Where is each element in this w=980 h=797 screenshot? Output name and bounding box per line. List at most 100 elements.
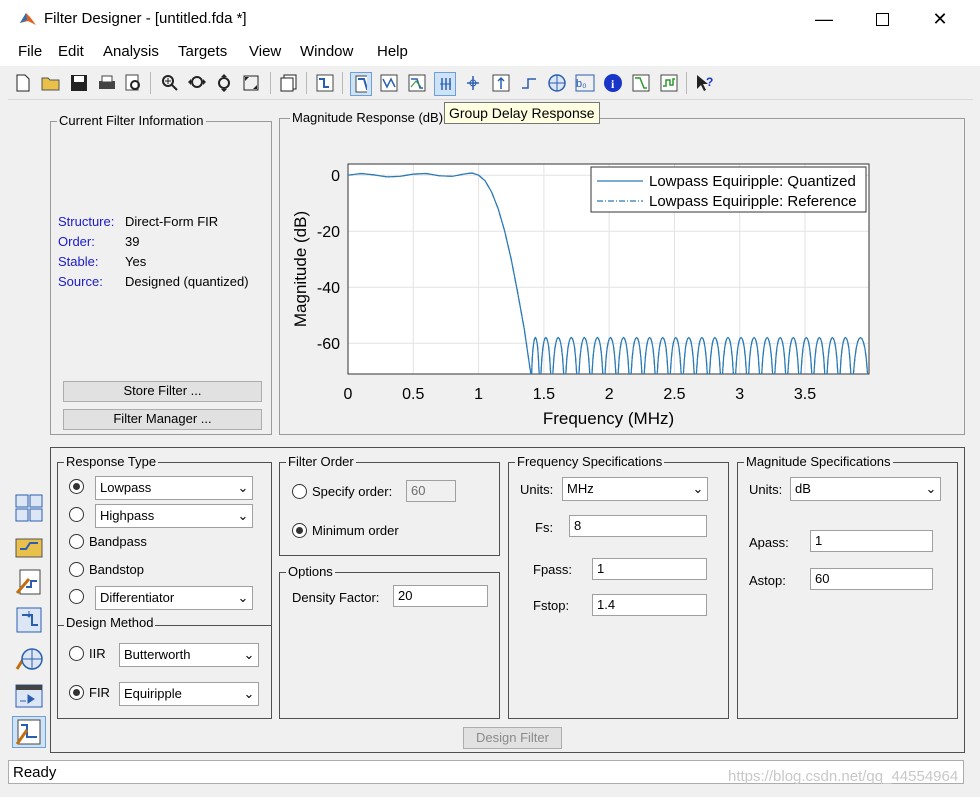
iir-radio[interactable]	[69, 646, 84, 661]
print-preview-icon[interactable]	[122, 72, 144, 94]
menu-help[interactable]: Help	[377, 43, 408, 60]
minimum-order-label: Minimum order	[312, 523, 399, 538]
fir-radio[interactable]	[69, 685, 84, 700]
structure-value: Direct-Form FIR	[125, 214, 219, 229]
freq-units-select[interactable]: MHz ⌄	[562, 477, 708, 501]
iir-label: IIR	[89, 646, 106, 661]
highpass-select[interactable]: Highpass ⌄	[95, 504, 253, 528]
y-tick-label: -20	[317, 224, 340, 241]
highpass-radio[interactable]	[69, 507, 84, 522]
menu-view[interactable]: View	[249, 43, 281, 60]
magnitude-phase-icon[interactable]	[406, 72, 428, 94]
freq-units-value: MHz	[567, 481, 594, 496]
filter-order-panel: Filter Order	[279, 454, 500, 556]
svg-text:b₀: b₀	[576, 78, 587, 90]
fstop-input[interactable]: 1.4	[592, 594, 707, 616]
step-response-icon[interactable]	[518, 72, 540, 94]
filter-manager-button[interactable]: Filter Manager ...	[63, 409, 262, 430]
full-view-icon[interactable]	[240, 72, 262, 94]
minimum-order-radio[interactable]	[292, 523, 307, 538]
apass-label: Apass:	[749, 535, 789, 550]
chevron-down-icon: ⌄	[692, 481, 704, 496]
pole-zero-icon[interactable]	[546, 72, 568, 94]
design-filter-button[interactable]: Design Filter	[463, 727, 562, 749]
apass-input[interactable]: 1	[810, 530, 933, 552]
fir-method-select[interactable]: Equiripple ⌄	[119, 682, 259, 706]
minimize-button[interactable]: —	[795, 0, 853, 38]
bandpass-label: Bandpass	[89, 534, 147, 549]
chevron-down-icon: ⌄	[237, 590, 249, 605]
round-off-noise-icon[interactable]	[658, 72, 680, 94]
pole-zero-editor-icon[interactable]	[12, 642, 46, 674]
iir-method-value: Butterworth	[124, 647, 191, 662]
bandstop-radio[interactable]	[69, 562, 84, 577]
design-filter-mode-icon[interactable]	[12, 716, 46, 748]
astop-label: Astop:	[749, 573, 786, 588]
y-tick-label: 0	[331, 168, 340, 185]
realize-model-icon[interactable]	[12, 566, 46, 598]
fpass-input[interactable]: 1	[592, 558, 707, 580]
y-tick-label: -40	[317, 280, 340, 297]
filter-visualization-icon[interactable]	[314, 72, 336, 94]
whats-this-help-icon[interactable]: ?	[694, 72, 716, 94]
x-tick-label: 1	[474, 386, 483, 403]
density-factor-input[interactable]: 20	[393, 585, 488, 607]
filter-coefficients-icon[interactable]: b₀	[574, 72, 596, 94]
new-window-icon[interactable]	[278, 72, 300, 94]
bandpass-radio[interactable]	[69, 534, 84, 549]
legend-entry: Lowpass Equiripple: Reference	[649, 193, 857, 210]
multirate-design-icon[interactable]	[12, 680, 46, 712]
zoom-y-icon[interactable]	[213, 72, 235, 94]
tooltip: Group Delay Response	[444, 102, 600, 124]
astop-input[interactable]: 60	[810, 568, 933, 590]
close-button[interactable]: ✕	[911, 0, 969, 38]
menu-targets[interactable]: Targets	[178, 43, 227, 60]
new-icon[interactable]	[12, 72, 34, 94]
differentiator-radio[interactable]	[69, 589, 84, 604]
lowpass-radio[interactable]	[69, 479, 84, 494]
freq-units-label: Units:	[520, 482, 554, 497]
transform-filter-icon[interactable]	[12, 492, 46, 524]
x-tick-label: 2	[605, 386, 614, 403]
frequency-specs-title: Frequency Specifications	[515, 454, 665, 469]
fpass-label: Fpass:	[533, 562, 573, 577]
x-tick-label: 1.5	[533, 386, 555, 403]
lowpass-select[interactable]: Lowpass ⌄	[95, 476, 253, 500]
zoom-in-icon[interactable]	[159, 72, 181, 94]
chevron-down-icon: ⌄	[237, 508, 249, 523]
mag-units-value: dB	[795, 481, 811, 496]
filter-order-title: Filter Order	[286, 454, 356, 469]
fir-label: FIR	[89, 685, 110, 700]
impulse-response-icon[interactable]	[490, 72, 512, 94]
fs-input[interactable]: 8	[569, 515, 707, 537]
store-filter-button[interactable]: Store Filter ...	[63, 381, 262, 402]
mag-units-select[interactable]: dB ⌄	[790, 477, 941, 501]
specify-order-radio[interactable]	[292, 484, 307, 499]
chevron-down-icon: ⌄	[237, 480, 249, 495]
menu-window[interactable]: Window	[300, 43, 353, 60]
magnitude-response-icon[interactable]	[350, 72, 372, 96]
import-filter-icon[interactable]	[12, 604, 46, 636]
density-factor-label: Density Factor:	[292, 590, 380, 605]
phase-delay-icon[interactable]	[462, 72, 484, 94]
x-tick-label: 3	[735, 386, 744, 403]
differentiator-select[interactable]: Differentiator ⌄	[95, 586, 253, 610]
menu-analysis[interactable]: Analysis	[103, 43, 159, 60]
set-quantization-icon[interactable]	[12, 530, 46, 562]
maximize-button[interactable]	[853, 0, 911, 38]
print-icon[interactable]	[96, 72, 118, 94]
open-icon[interactable]	[40, 72, 62, 94]
order-value: 39	[125, 234, 140, 249]
menu-edit[interactable]: Edit	[58, 43, 84, 60]
save-icon[interactable]	[68, 72, 90, 94]
menu-file[interactable]: File	[18, 43, 42, 60]
iir-method-select[interactable]: Butterworth ⌄	[119, 643, 259, 667]
group-delay-icon[interactable]	[434, 72, 456, 96]
filter-information-icon[interactable]: i	[602, 72, 624, 94]
zoom-x-icon[interactable]	[186, 72, 208, 94]
phase-response-icon[interactable]	[378, 72, 400, 94]
specify-order-input[interactable]: 60	[406, 480, 456, 502]
magnitude-response-estimate-icon[interactable]	[630, 72, 652, 94]
magnitude-response-plot[interactable]: 0 0.5 1 1.5 2 2.5 3 3.5 0 -20 -40 -60 Frequency (MHz…	[280, 130, 960, 430]
x-tick-label: 2.5	[663, 386, 685, 403]
